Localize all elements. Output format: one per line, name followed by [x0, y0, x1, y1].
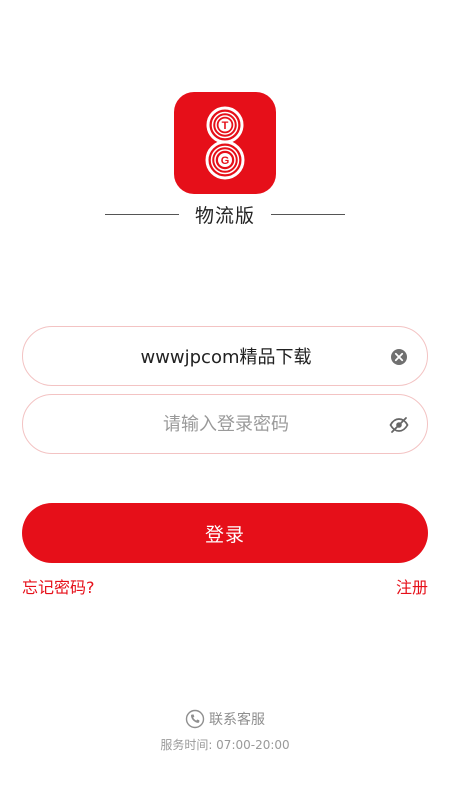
register-link[interactable]: 注册	[396, 574, 428, 598]
subtitle-divider-right	[271, 213, 345, 215]
customer-service-label: 联系客服	[209, 712, 265, 728]
app-subtitle: 物流版	[194, 204, 255, 227]
password-field	[22, 394, 428, 454]
svg-text:G: G	[221, 155, 230, 167]
subtitle-row: 物流版	[0, 200, 450, 228]
customer-service-link[interactable]: 联系客服	[0, 708, 450, 730]
eye-off-icon[interactable]	[389, 415, 409, 435]
forgot-password-link[interactable]: 忘记密码?	[22, 574, 95, 598]
clear-circle-icon[interactable]	[389, 347, 409, 367]
8-tg-logo-icon: T G	[205, 106, 245, 180]
username-field	[22, 326, 428, 386]
username-input[interactable]	[63, 327, 389, 385]
phone-icon	[185, 709, 205, 729]
password-input[interactable]	[63, 395, 389, 453]
subtitle-divider-left	[104, 213, 179, 215]
login-button[interactable]: 登录	[22, 503, 428, 563]
service-hours: 服务时间: 07:00-20:00	[160, 738, 290, 752]
svg-text:T: T	[222, 120, 229, 132]
app-logo: T G	[174, 92, 276, 194]
